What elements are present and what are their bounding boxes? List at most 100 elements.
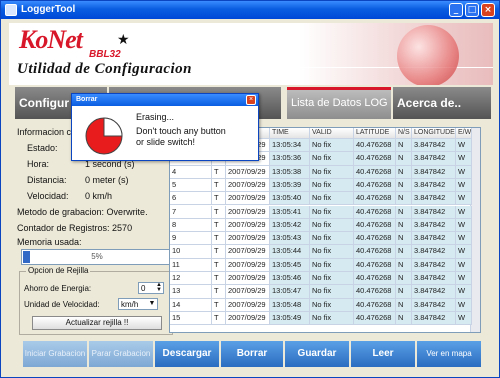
table-row[interactable]: 14 T 2007/09/29 13:05:48 No fix 40.476268 N 3.8… xyxy=(170,298,472,312)
table-row[interactable]: 7 T 2007/09/29 13:05:41 No fix 40.476268 N 3.84… xyxy=(170,205,472,219)
table-cell: T xyxy=(212,218,226,233)
metodo-grabacion: Metodo de grabacion: Overwrite. xyxy=(17,207,148,217)
table-cell: 3.847842 xyxy=(412,311,456,326)
table-cell: 2007/09/29 xyxy=(226,285,270,299)
table-cell: No fix xyxy=(310,152,354,166)
logo-model: BBL32 xyxy=(89,49,121,60)
table-cell: W xyxy=(456,178,472,193)
table-cell: W xyxy=(456,165,472,179)
dialog-line-3: or slide switch! xyxy=(136,137,196,147)
ahorro-energia-stepper[interactable]: 0 ▲ ▼ xyxy=(138,282,164,294)
chevron-down-icon[interactable]: ▼ xyxy=(147,299,157,309)
table-cell: 9 xyxy=(170,232,212,246)
table-cell: W xyxy=(456,232,472,246)
table-cell: 3.847842 xyxy=(412,245,456,259)
table-cell: 3.847842 xyxy=(412,232,456,246)
table-row[interactable]: 8 T 2007/09/29 13:05:42 No fix 40.476268 N 3.84… xyxy=(170,218,472,233)
table-cell: W xyxy=(456,139,472,153)
app-subtitle: Utilidad de Configuracion xyxy=(17,61,193,77)
table-row[interactable]: 12 T 2007/09/29 13:05:46 No fix 40.476268 N 3.8… xyxy=(170,272,472,286)
table-cell: 13:05:47 xyxy=(270,285,310,299)
table-cell: T xyxy=(212,205,226,219)
table-cell: N xyxy=(396,218,412,233)
table-cell: No fix xyxy=(310,298,354,312)
table-row[interactable]: 13 T 2007/09/29 13:05:47 No fix 40.476268 N 3.8… xyxy=(170,285,472,299)
table-cell: 40.476268 xyxy=(354,165,396,179)
unidad-velocidad-select[interactable]: km/h ▼ xyxy=(118,298,158,310)
table-row[interactable]: 4 T 2007/09/29 13:05:38 No fix 40.476268 N 3.84… xyxy=(170,165,472,179)
guardar-button[interactable]: Guardar xyxy=(285,341,349,367)
table-cell: 5 xyxy=(170,178,212,193)
unidad-label: Unidad de Velocidad: xyxy=(24,300,100,309)
table-row[interactable]: 5 T 2007/09/29 13:05:39 No fix 40.476268 N 3.84… xyxy=(170,178,472,193)
tab-acerca-de[interactable]: Acerca de.. xyxy=(393,87,491,119)
column-header[interactable]: TIME xyxy=(270,128,310,139)
column-header[interactable]: LATITUDE xyxy=(354,128,396,139)
column-header[interactable]: N/S xyxy=(396,128,412,139)
table-cell: 13:05:45 xyxy=(270,258,310,272)
leer-button[interactable]: Leer xyxy=(351,341,415,367)
table-cell: 13 xyxy=(170,285,212,299)
parar-grabacion-button[interactable]: Parar Grabacion xyxy=(89,341,153,367)
ver-en-mapa-button[interactable]: Ver en mapa xyxy=(417,341,481,367)
table-cell: No fix xyxy=(310,311,354,326)
ahorro-value: 0 xyxy=(141,284,146,293)
table-cell: 3.847842 xyxy=(412,165,456,179)
column-header[interactable]: E/W xyxy=(456,128,472,139)
table-cell: 40.476268 xyxy=(354,152,396,166)
title-bar[interactable]: LoggerTool _ □ × xyxy=(1,1,499,19)
memoria-label: Memoria usada: xyxy=(17,237,82,247)
table-cell: W xyxy=(456,245,472,259)
table-cell: 2007/09/29 xyxy=(226,178,270,193)
table-cell: T xyxy=(212,272,226,286)
table-cell: T xyxy=(212,285,226,299)
maximize-button[interactable]: □ xyxy=(465,3,479,17)
dialog-body: Erasing... Don't touch any button or sli… xyxy=(72,106,258,160)
table-row[interactable]: 10 T 2007/09/29 13:05:44 No fix 40.476268 N 3.8… xyxy=(170,245,472,259)
table-cell: 8 xyxy=(170,218,212,233)
table-cell: T xyxy=(212,311,226,326)
table-cell: W xyxy=(456,258,472,272)
table-cell: 2007/09/29 xyxy=(226,258,270,272)
column-header[interactable]: LONGITUDE xyxy=(412,128,456,139)
minimize-button[interactable]: _ xyxy=(449,3,463,17)
table-cell: No fix xyxy=(310,205,354,219)
table-cell: No fix xyxy=(310,258,354,272)
iniciar-grabacion-button[interactable]: Iniciar Grabacion xyxy=(23,341,87,367)
dialog-title: Borrar xyxy=(72,94,258,106)
descargar-button[interactable]: Descargar xyxy=(155,341,219,367)
table-cell: W xyxy=(456,192,472,206)
table-cell: W xyxy=(456,205,472,219)
dialog-close-icon[interactable]: × xyxy=(246,95,256,105)
close-button[interactable]: × xyxy=(481,3,495,17)
table-cell: T xyxy=(212,165,226,179)
table-cell: No fix xyxy=(310,285,354,299)
pie-done xyxy=(103,117,123,137)
borrar-button[interactable]: Borrar xyxy=(221,341,283,367)
table-cell: N xyxy=(396,205,412,219)
dialog-line-2: Don't touch any button xyxy=(136,126,226,136)
column-header[interactable]: VALID xyxy=(310,128,354,139)
tab-lista-datos-log[interactable]: Lista de Datos LOG xyxy=(287,87,391,119)
table-cell: 40.476268 xyxy=(354,139,396,153)
table-row[interactable]: 15 T 2007/09/29 13:05:49 No fix 40.476268 N 3.8… xyxy=(170,311,472,326)
hora-label: Hora: xyxy=(27,159,50,169)
table-cell: 15 xyxy=(170,311,212,326)
spin-arrows-icon[interactable]: ▲ ▼ xyxy=(156,282,162,293)
table-cell: 40.476268 xyxy=(354,272,396,286)
table-row[interactable]: 11 T 2007/09/29 13:05:45 No fix 40.476268 N 3.8… xyxy=(170,258,472,272)
table-cell: N xyxy=(396,245,412,259)
table-cell: 13:05:49 xyxy=(270,311,310,326)
actualizar-rejilla-button[interactable]: Actualizar rejilla !! xyxy=(32,316,162,330)
table-cell: No fix xyxy=(310,178,354,193)
info-heading: Informacion c xyxy=(17,127,72,137)
table-cell: 2007/09/29 xyxy=(226,272,270,286)
table-cell: N xyxy=(396,152,412,166)
table-row[interactable]: 9 T 2007/09/29 13:05:43 No fix 40.476268 N 3.84… xyxy=(170,232,472,246)
table-row[interactable]: 6 T 2007/09/29 13:05:40 No fix 40.476268 N 3.84… xyxy=(170,192,472,206)
table-cell: 3.847842 xyxy=(412,272,456,286)
table-cell: 3.847842 xyxy=(412,285,456,299)
table-cell: 3.847842 xyxy=(412,205,456,219)
table-cell: W xyxy=(456,152,472,166)
table-cell: 13:05:44 xyxy=(270,245,310,259)
